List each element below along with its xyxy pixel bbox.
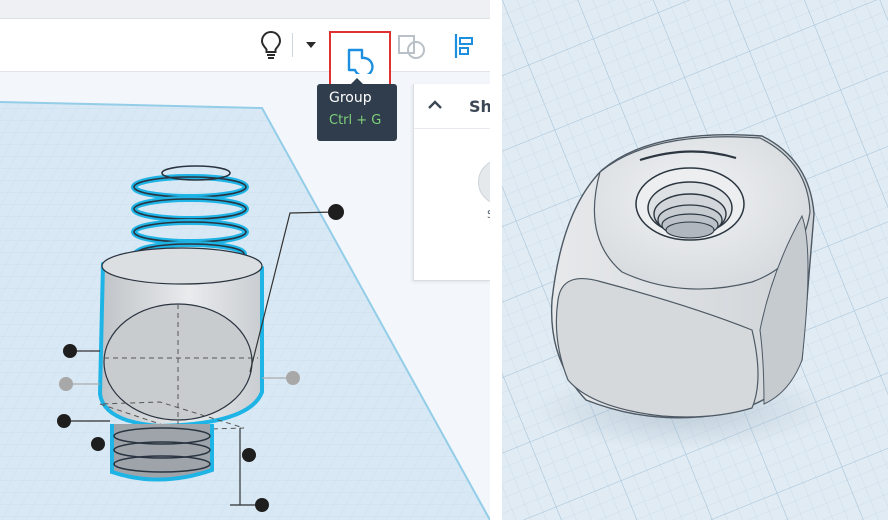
dropdown-caret-icon xyxy=(306,42,316,48)
lightbulb-dropdown[interactable] xyxy=(302,33,320,57)
group-tooltip: Group Ctrl + G xyxy=(317,78,397,141)
chevron-up-icon[interactable] xyxy=(426,96,444,114)
image-divider xyxy=(490,0,502,520)
group-icon xyxy=(347,48,374,74)
selected-cube[interactable] xyxy=(97,247,264,431)
height-handle xyxy=(328,204,344,220)
toolbar-separator xyxy=(292,33,293,57)
tooltip-shortcut: Ctrl + G xyxy=(329,113,382,128)
tooltip-arrow xyxy=(351,78,363,84)
size-handle xyxy=(91,437,105,451)
shape-panel: Sha S xyxy=(413,84,490,281)
tooltip-title: Group xyxy=(329,90,372,106)
bottom-thread[interactable] xyxy=(110,424,214,482)
preview-workplane[interactable] xyxy=(502,0,888,520)
size-handle xyxy=(63,344,77,358)
align-button[interactable] xyxy=(448,29,482,63)
size-handle xyxy=(242,448,256,462)
top-strip xyxy=(0,0,490,19)
size-handle xyxy=(255,498,269,512)
size-handle xyxy=(59,377,73,391)
align-icon xyxy=(454,34,473,58)
solid-color-swatch[interactable] xyxy=(478,159,490,205)
editor-toolbar xyxy=(0,19,490,89)
size-handle xyxy=(57,414,71,428)
lightbulb-icon xyxy=(260,30,282,59)
shape-panel-header[interactable]: Sha xyxy=(414,84,490,129)
editor-panel: Group Ctrl + G Sha S xyxy=(0,0,490,520)
ungroup-icon xyxy=(398,35,425,59)
screenshot-root: Group Ctrl + G Sha S xyxy=(0,0,888,520)
shape-panel-title: Sha xyxy=(469,97,490,116)
preview-panel xyxy=(502,0,888,520)
size-handle xyxy=(286,371,300,385)
ungroup-button[interactable] xyxy=(392,29,432,63)
lightbulb-button[interactable] xyxy=(252,27,290,63)
